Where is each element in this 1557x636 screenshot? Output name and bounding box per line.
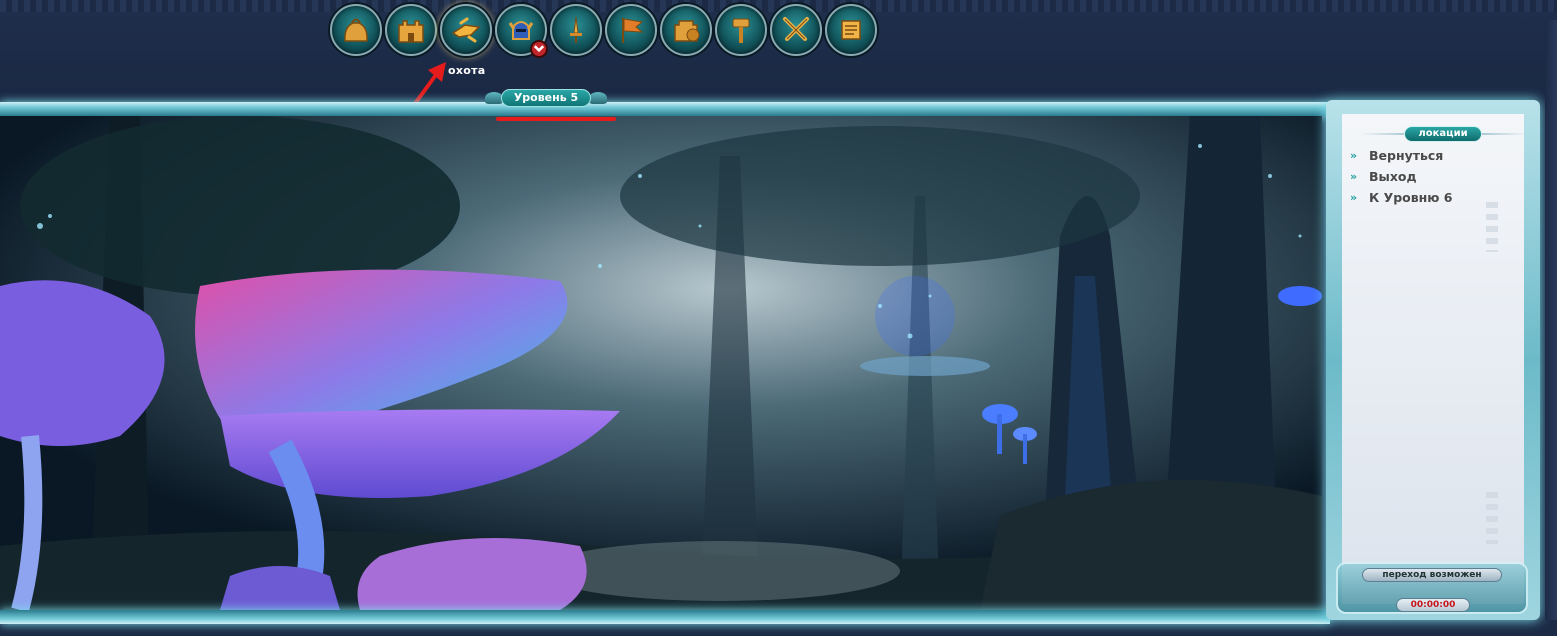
location-item-return[interactable]: » Вернуться — [1350, 145, 1453, 166]
sword-icon — [570, 16, 582, 43]
fortress-shield-button[interactable] — [660, 4, 712, 56]
forest-scene-image — [0, 116, 1322, 610]
fortress-shield-icon — [674, 20, 700, 42]
red-underline-annotation — [496, 117, 616, 121]
main-toolbar — [330, 4, 877, 60]
plate-wing-right — [589, 92, 607, 104]
hammer-icon — [732, 18, 750, 43]
crossed-swords-icon — [783, 17, 809, 41]
double-chevron-right-icon: » — [1350, 148, 1358, 162]
knight-helmet-button[interactable] — [495, 4, 548, 58]
transition-status-box: переход возможен 00:00:00 — [1336, 562, 1528, 614]
panel-scroll-marks-top — [1486, 202, 1498, 252]
sword-button[interactable] — [550, 4, 602, 56]
hammer-button[interactable] — [715, 4, 767, 56]
hunt-icon — [451, 17, 481, 43]
location-item-exit[interactable]: » Выход — [1350, 166, 1453, 187]
panel-scroll-marks-bottom — [1486, 492, 1498, 544]
double-chevron-right-icon: » — [1350, 169, 1358, 183]
scroll-button[interactable] — [825, 4, 877, 56]
frame-top-border — [0, 102, 1330, 116]
location-item-level-6[interactable]: » К Уровню 6 — [1350, 187, 1453, 208]
frame-bottom-border — [0, 610, 1330, 624]
transition-status: переход возможен — [1362, 568, 1502, 582]
bag-icon — [344, 18, 368, 42]
level-label: Уровень 5 — [500, 89, 592, 107]
location-label: Вернуться — [1369, 148, 1444, 163]
transition-timer: 00:00:00 — [1396, 598, 1470, 612]
locations-list: » Вернуться » Выход » К Уровню 6 — [1350, 145, 1453, 208]
right-edge-ornament — [1545, 20, 1557, 620]
chevron-down-icon[interactable] — [530, 40, 548, 58]
flag-button[interactable] — [605, 4, 657, 56]
locations-title: локации — [1404, 126, 1482, 142]
game-scene[interactable] — [0, 116, 1322, 610]
level-plate: Уровень 5 — [485, 88, 607, 108]
hunt-button[interactable] — [440, 4, 492, 56]
castle-button[interactable] — [385, 4, 437, 56]
flag-icon — [622, 18, 644, 43]
castle-icon — [398, 20, 424, 43]
location-label: К Уровню 6 — [1369, 190, 1453, 205]
crossed-swords-button[interactable] — [770, 4, 822, 56]
location-label: Выход — [1369, 169, 1417, 184]
bag-button[interactable] — [330, 4, 382, 56]
scroll-icon — [841, 20, 861, 40]
double-chevron-right-icon: » — [1350, 190, 1358, 204]
